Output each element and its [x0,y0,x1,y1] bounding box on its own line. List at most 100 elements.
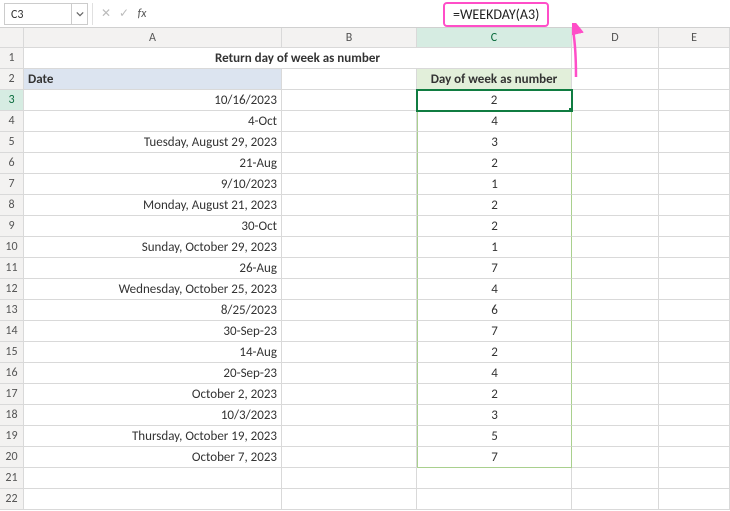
cell-C9[interactable]: 2 [417,216,572,237]
name-box[interactable]: C3 [4,3,72,25]
cell-E6[interactable] [659,153,730,174]
cell-E19[interactable] [659,426,730,447]
row-head-2[interactable]: 2 [0,69,24,90]
cell-E12[interactable] [659,279,730,300]
cell-A16[interactable]: 20-Sep-23 [24,363,282,384]
row-head-18[interactable]: 18 [0,405,24,426]
cell-E9[interactable] [659,216,730,237]
cell-C11[interactable]: 7 [417,258,572,279]
cell-A13[interactable]: 8/25/2023 [24,300,282,321]
row-head-7[interactable]: 7 [0,174,24,195]
cell-D7[interactable] [572,174,659,195]
cell-A11[interactable]: 26-Aug [24,258,282,279]
cell-D3[interactable] [572,90,659,111]
name-box-dropdown[interactable] [72,3,88,25]
row-head-14[interactable]: 14 [0,321,24,342]
cell-C21[interactable] [417,468,572,489]
cell-C20[interactable]: 7 [417,447,572,468]
cell-E22[interactable] [659,489,730,510]
cell-B9[interactable] [282,216,417,237]
selected-cell[interactable]: 2 [417,90,572,111]
cell-C13[interactable]: 6 [417,300,572,321]
cell-C17[interactable]: 2 [417,384,572,405]
cell-D18[interactable] [572,405,659,426]
cell-D22[interactable] [572,489,659,510]
row-head-11[interactable]: 11 [0,258,24,279]
cell-B22[interactable] [282,489,417,510]
col-head-E[interactable]: E [659,28,730,48]
cell-A9[interactable]: 30-Oct [24,216,282,237]
cell-B7[interactable] [282,174,417,195]
cell-E5[interactable] [659,132,730,153]
cell-D6[interactable] [572,153,659,174]
row-head-20[interactable]: 20 [0,447,24,468]
cell-A17[interactable]: October 2, 2023 [24,384,282,405]
cell-C12[interactable]: 4 [417,279,572,300]
cell-E18[interactable] [659,405,730,426]
cell-E16[interactable] [659,363,730,384]
cell-E2[interactable] [659,69,730,90]
row-head-9[interactable]: 9 [0,216,24,237]
cell-D17[interactable] [572,384,659,405]
cell-D16[interactable] [572,363,659,384]
col-head-C[interactable]: C [417,28,572,48]
fill-handle[interactable] [568,107,572,111]
row-head-12[interactable]: 12 [0,279,24,300]
cell-A22[interactable] [24,489,282,510]
cell-E20[interactable] [659,447,730,468]
row-head-19[interactable]: 19 [0,426,24,447]
cell-C6[interactable]: 2 [417,153,572,174]
cell-D10[interactable] [572,237,659,258]
cell-D15[interactable] [572,342,659,363]
cell-A14[interactable]: 30-Sep-23 [24,321,282,342]
cell-A19[interactable]: Thursday, October 19, 2023 [24,426,282,447]
cell-D20[interactable] [572,447,659,468]
cell-C18[interactable]: 3 [417,405,572,426]
header-day-number[interactable]: Day of week as number [417,69,572,90]
cell-E17[interactable] [659,384,730,405]
cell-A5[interactable]: Tuesday, August 29, 2023 [24,132,282,153]
cell-A7[interactable]: 9/10/2023 [24,174,282,195]
cell-A10[interactable]: Sunday, October 29, 2023 [24,237,282,258]
cell-D5[interactable] [572,132,659,153]
cell-B12[interactable] [282,279,417,300]
cell-C7[interactable]: 1 [417,174,572,195]
row-head-8[interactable]: 8 [0,195,24,216]
cell-C8[interactable]: 2 [417,195,572,216]
cell-A12[interactable]: Wednesday, October 25, 2023 [24,279,282,300]
cell-A8[interactable]: Monday, August 21, 2023 [24,195,282,216]
row-head-17[interactable]: 17 [0,384,24,405]
row-head-16[interactable]: 16 [0,363,24,384]
cell-B5[interactable] [282,132,417,153]
col-head-A[interactable]: A [24,28,282,48]
cell-B18[interactable] [282,405,417,426]
cell-B2[interactable] [282,69,417,90]
cell-E14[interactable] [659,321,730,342]
cell-B3[interactable] [282,90,417,111]
row-head-13[interactable]: 13 [0,300,24,321]
row-head-22[interactable]: 22 [0,489,24,510]
cell-D11[interactable] [572,258,659,279]
cell-E21[interactable] [659,468,730,489]
cell-B16[interactable] [282,363,417,384]
cell-C19[interactable]: 5 [417,426,572,447]
cell-A6[interactable]: 21-Aug [24,153,282,174]
row-head-3[interactable]: 3 [0,90,24,111]
header-date[interactable]: Date [24,69,282,90]
row-head-15[interactable]: 15 [0,342,24,363]
cell-A4[interactable]: 4-Oct [24,111,282,132]
cell-D8[interactable] [572,195,659,216]
cell-B14[interactable] [282,321,417,342]
spreadsheet-grid[interactable]: ABCDE1Return day of week as number2DateD… [0,28,730,510]
confirm-icon[interactable]: ✓ [115,3,133,25]
formula-input[interactable] [151,3,730,25]
row-head-5[interactable]: 5 [0,132,24,153]
cell-D13[interactable] [572,300,659,321]
cell-B21[interactable] [282,468,417,489]
row-head-6[interactable]: 6 [0,153,24,174]
cancel-icon[interactable]: ✕ [97,3,115,25]
cell-E10[interactable] [659,237,730,258]
cell-E1[interactable] [659,48,730,69]
cell-E11[interactable] [659,258,730,279]
cell-C10[interactable]: 1 [417,237,572,258]
